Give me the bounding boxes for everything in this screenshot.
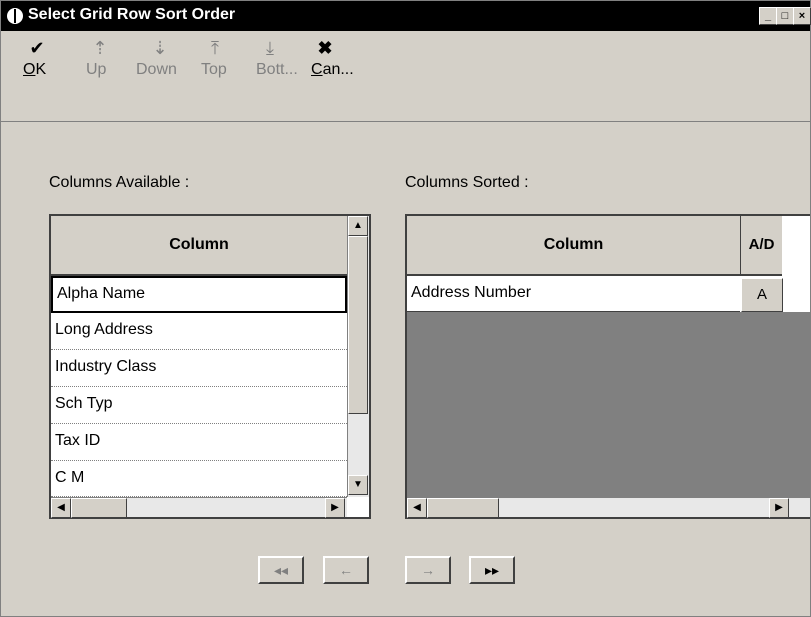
available-vertical-scrollbar[interactable]: ▲ ▼ bbox=[347, 216, 369, 497]
title-bar: Select Grid Row Sort Order _ □ × bbox=[1, 1, 811, 31]
list-item-c-m[interactable]: C M bbox=[51, 461, 347, 497]
cancel-mnemonic: C bbox=[311, 61, 323, 78]
empty-grid-area bbox=[407, 312, 810, 497]
toolbar: ✔ OK ⇡ Up ⇣ Down ⤒ Top ⤓ Bott... ✖ Can..… bbox=[1, 31, 810, 122]
available-column-header[interactable]: Column bbox=[51, 216, 347, 276]
minimize-button[interactable]: _ bbox=[759, 7, 777, 25]
columns-sorted-list[interactable]: Column A/D Address Number A ◀ ▶ bbox=[405, 214, 810, 519]
remove-icon: ← bbox=[339, 562, 353, 578]
ok-mnemonic: O bbox=[23, 61, 36, 78]
arrow-down-icon: ⇣ bbox=[152, 38, 168, 58]
sorted-column-header[interactable]: Column bbox=[407, 216, 740, 276]
ok-label: K bbox=[35, 61, 47, 78]
app-globe-icon bbox=[7, 8, 23, 24]
close-button[interactable]: × bbox=[793, 7, 811, 25]
checkmark-icon: ✔ bbox=[29, 38, 45, 58]
columns-sorted-label: Columns Sorted : bbox=[405, 174, 529, 191]
cancel-x-icon: ✖ bbox=[317, 38, 333, 58]
triangle-right-icon: ▶ bbox=[331, 502, 339, 513]
triangle-right-icon: ▶ bbox=[775, 502, 783, 513]
sorted-horizontal-scrollbar[interactable]: ◀ ▶ bbox=[407, 497, 810, 518]
ad-toggle-button[interactable]: A bbox=[741, 278, 783, 312]
vertical-scroll-thumb[interactable] bbox=[348, 236, 368, 414]
add-icon: → bbox=[421, 562, 435, 578]
up-button[interactable]: ⇡ Up bbox=[86, 35, 114, 79]
window-title: Select Grid Row Sort Order bbox=[28, 6, 236, 23]
arrow-up-icon: ⇡ bbox=[92, 38, 108, 58]
triangle-left-icon: ◀ bbox=[413, 502, 421, 513]
remove-all-button[interactable]: ◂◂ bbox=[258, 556, 304, 584]
list-item-sch-typ[interactable]: Sch Typ bbox=[51, 387, 347, 424]
arrow-top-icon: ⤒ bbox=[211, 38, 219, 58]
scroll-right-button[interactable]: ▶ bbox=[325, 498, 345, 518]
list-item-industry-class[interactable]: Industry Class bbox=[51, 350, 347, 387]
cancel-label: an... bbox=[322, 61, 354, 78]
sorted-scroll-left-button[interactable]: ◀ bbox=[407, 498, 427, 518]
cancel-button[interactable]: ✖ Can... bbox=[311, 35, 354, 79]
triangle-up-icon: ▲ bbox=[353, 220, 363, 231]
horizontal-scroll-thumb[interactable] bbox=[71, 498, 127, 518]
remove-button[interactable]: ← bbox=[323, 556, 369, 584]
sorted-row-address-number[interactable]: Address Number bbox=[407, 276, 740, 312]
scroll-up-button[interactable]: ▲ bbox=[348, 216, 368, 236]
ok-button[interactable]: ✔ OK bbox=[23, 35, 51, 79]
columns-available-label: Columns Available : bbox=[49, 174, 190, 191]
scroll-down-button[interactable]: ▼ bbox=[348, 475, 368, 495]
top-label: Top bbox=[201, 61, 227, 78]
remove-all-icon: ◂◂ bbox=[273, 562, 289, 578]
add-all-icon: ▸▸ bbox=[484, 562, 500, 578]
minimize-icon: _ bbox=[764, 10, 772, 22]
add-button[interactable]: → bbox=[405, 556, 451, 584]
list-item-tax-id[interactable]: Tax ID bbox=[51, 424, 347, 461]
available-horizontal-scrollbar[interactable]: ◀ ▶ bbox=[51, 497, 347, 518]
list-item-alpha-name[interactable]: Alpha Name bbox=[51, 276, 347, 313]
columns-available-list[interactable]: Column Alpha Name Long Address Industry … bbox=[49, 214, 371, 519]
bottom-label: Bott... bbox=[256, 61, 298, 78]
triangle-down-icon: ▼ bbox=[353, 479, 363, 490]
maximize-icon: □ bbox=[781, 10, 789, 22]
triangle-left-icon: ◀ bbox=[57, 502, 65, 513]
bottom-button[interactable]: ⤓ Bott... bbox=[256, 35, 298, 79]
add-all-button[interactable]: ▸▸ bbox=[469, 556, 515, 584]
list-item-long-address[interactable]: Long Address bbox=[51, 313, 347, 350]
maximize-button[interactable]: □ bbox=[776, 7, 794, 25]
ad-column-header[interactable]: A/D bbox=[740, 216, 782, 276]
scroll-left-button[interactable]: ◀ bbox=[51, 498, 71, 518]
sorted-scroll-right-button[interactable]: ▶ bbox=[769, 498, 789, 518]
dialog-window: Select Grid Row Sort Order _ □ × ✔ OK ⇡ … bbox=[0, 0, 811, 617]
sorted-horizontal-scroll-thumb[interactable] bbox=[427, 498, 499, 518]
arrow-bottom-icon: ⤓ bbox=[266, 38, 274, 58]
up-label: Up bbox=[86, 61, 107, 78]
close-icon: × bbox=[798, 10, 806, 22]
down-label: Down bbox=[136, 61, 177, 78]
top-button[interactable]: ⤒ Top bbox=[201, 35, 229, 79]
down-button[interactable]: ⇣ Down bbox=[136, 35, 177, 79]
